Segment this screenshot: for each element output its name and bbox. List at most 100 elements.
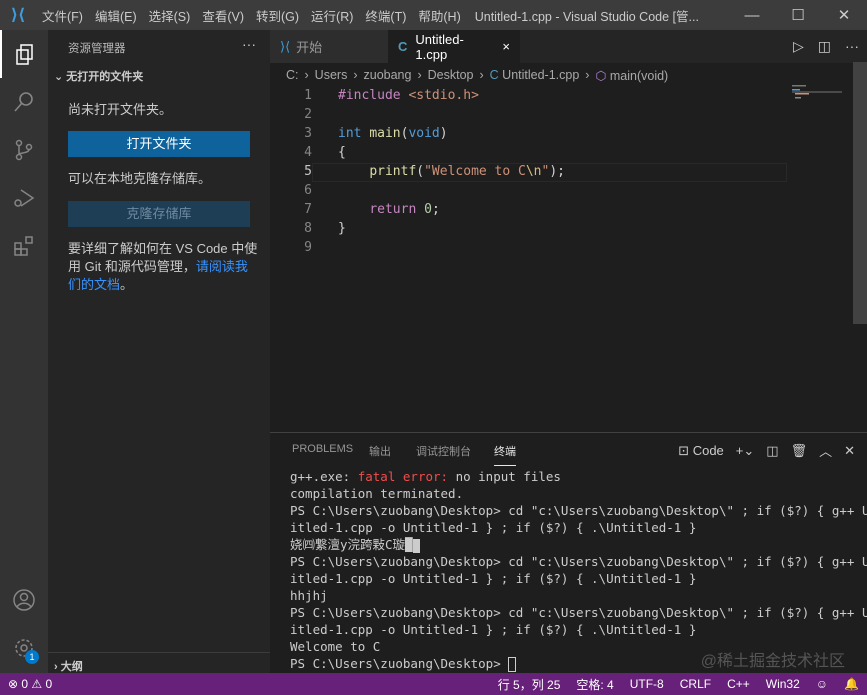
learn-text-end: 。 [120, 277, 134, 292]
term-prompt: PS C:\Users\zuobang\Desktop> [290, 656, 509, 671]
line-number: 8 [304, 221, 312, 236]
tab-terminal[interactable]: 终端 [494, 443, 516, 466]
crumb[interactable]: C Untitled-1.cpp [490, 68, 580, 83]
feedback-icon[interactable]: ☺ [808, 677, 836, 691]
no-folder-text: 尚未打开文件夹。 [68, 102, 173, 117]
line-number: 3 [304, 126, 312, 141]
line-number: 5 [304, 164, 312, 179]
terminal-select[interactable]: ⊡ Code [678, 443, 724, 459]
term-text: PS C:\Users\zuobang\Desktop> cd "c:\User… [290, 554, 867, 569]
term-text: g++.exe: [290, 469, 358, 484]
line-number: 2 [304, 107, 312, 122]
clone-repo-button[interactable]: 克隆存储库 [68, 201, 250, 227]
crumb-label: Untitled-1.cpp [502, 68, 580, 82]
cube-icon: ⬡ [595, 69, 610, 83]
line-number: 4 [304, 145, 312, 160]
term-text: PS C:\Users\zuobang\Desktop> cd "c:\User… [290, 605, 867, 620]
term-text: itled-1.cpp -o Untitled-1 } ; if ($?) { … [290, 622, 697, 637]
tab-untitled-1[interactable]: C Untitled-1.cpp × [388, 30, 520, 63]
settings-gear-icon[interactable] [0, 624, 48, 672]
crumb[interactable]: Users [315, 68, 348, 83]
term-text: itled-1.cpp -o Untitled-1 } ; if ($?) { … [290, 571, 697, 586]
more-icon[interactable]: ··· [845, 38, 859, 55]
tab-output[interactable]: 输出 [369, 443, 391, 459]
trash-icon[interactable]: 🗑 [791, 443, 808, 459]
split-terminal-icon[interactable]: ◫ [766, 443, 778, 459]
explorer-icon[interactable] [0, 30, 48, 78]
editor-scrollbar[interactable] [853, 62, 867, 324]
chevron-down-icon: ⌄ [54, 71, 67, 83]
tab-welcome[interactable]: ⟩⟨ 开始 [270, 30, 388, 63]
extensions-icon[interactable] [0, 222, 48, 270]
term-text: compilation terminated. [290, 486, 464, 501]
menu-file[interactable]: 文件(F) [36, 6, 89, 25]
term-text: itled-1.cpp -o Untitled-1 } ; if ($?) { … [290, 520, 697, 535]
menu-run[interactable]: 运行(R) [305, 6, 359, 25]
menu-help[interactable]: 帮助(H) [412, 6, 466, 25]
window-title: Untitled-1.cpp - Visual Studio Code [管..… [474, 9, 699, 24]
notifications-bell-icon[interactable]: 🔔 [836, 677, 867, 691]
terminal-name: Code [692, 442, 724, 458]
settings-badge: 1 [25, 650, 39, 664]
menu-terminal[interactable]: 终端(T) [359, 6, 412, 25]
tab-problems[interactable]: PROBLEMS [292, 443, 353, 455]
code-line: int main(void) [338, 126, 448, 141]
cpp-file-icon: C [398, 39, 408, 54]
section-no-folder[interactable]: ⌄ 无打开的文件夹 [54, 68, 143, 84]
menu-edit[interactable]: 编辑(E) [89, 6, 143, 25]
error-count: 0 [21, 677, 29, 691]
account-icon[interactable] [0, 576, 48, 624]
editor-tabs: ⟩⟨ 开始 C Untitled-1.cpp × ▷ ◫ ··· [270, 30, 867, 63]
terminal-icon: ⊡ [678, 442, 693, 458]
open-folder-button[interactable]: 打开文件夹 [68, 131, 250, 157]
run-icon[interactable]: ▷ [793, 38, 804, 55]
more-actions-icon[interactable]: ··· [242, 36, 256, 52]
language-mode[interactable]: C++ [719, 677, 758, 691]
title-bar: ⟩⟨ 文件(F) 编辑(E) 选择(S) 查看(V) 转到(G) 运行(R) 终… [0, 0, 867, 30]
crumb[interactable]: ⬡ main(void) [595, 68, 668, 83]
source-control-icon[interactable] [0, 126, 48, 174]
crumb-label: main(void) [609, 69, 669, 83]
platform[interactable]: Win32 [758, 677, 808, 691]
crumb[interactable]: Desktop [428, 68, 474, 83]
run-debug-icon[interactable] [0, 174, 48, 222]
search-icon[interactable] [0, 78, 48, 126]
encoding[interactable]: UTF-8 [622, 677, 672, 691]
sidebar-title: 资源管理器 [68, 43, 126, 55]
term-text: no input files [448, 469, 561, 484]
maximize-button[interactable]: ☐ [775, 6, 821, 24]
terminal-panel: PROBLEMS 输出 调试控制台 终端 ⊡ Code +⌄ ◫ 🗑 ︿ ✕ g… [270, 432, 867, 673]
cursor-position[interactable]: 行 5，列 25 [490, 676, 569, 693]
close-panel-icon[interactable]: ✕ [844, 443, 855, 459]
line-ending[interactable]: CRLF [672, 677, 719, 691]
split-editor-icon[interactable]: ◫ [818, 38, 831, 55]
tab-debug-console[interactable]: 调试控制台 [416, 443, 471, 459]
tab-label: 开始 [296, 40, 323, 55]
line-number: 9 [304, 240, 312, 255]
vscode-logo-icon: ⟩⟨ [10, 7, 26, 24]
close-tab-icon[interactable]: × [502, 39, 510, 54]
minimap[interactable] [792, 85, 842, 105]
term-text: Welcome to C [290, 639, 381, 654]
term-text: 娆㈣繋澶у浣跨敤C璇█ [290, 537, 413, 552]
code-line: return 0; [369, 202, 440, 217]
indentation[interactable]: 空格: 4 [568, 676, 621, 693]
maximize-panel-icon[interactable]: ︿ [819, 441, 832, 460]
term-error: fatal error: [357, 469, 449, 484]
terminal-output[interactable]: g++.exe: fatal error: no input files com… [290, 468, 867, 672]
line-number: 6 [304, 183, 312, 198]
outline-section[interactable]: › 大纲 [48, 652, 270, 673]
problems-status[interactable]: ⊗ 0 ⚠ 0 [0, 677, 60, 691]
warning-count: 0 [45, 677, 53, 691]
crumb[interactable]: zuobang [364, 68, 412, 83]
crumb[interactable]: C: [286, 68, 299, 83]
new-terminal-icon[interactable]: +⌄ [736, 443, 754, 459]
terminal-cursor [508, 657, 517, 672]
menu-go[interactable]: 转到(G) [250, 6, 305, 25]
close-window-button[interactable]: ✕ [821, 6, 867, 24]
code-line: } [338, 221, 346, 236]
menu-view[interactable]: 查看(V) [196, 6, 250, 25]
minimize-button[interactable]: — [729, 7, 775, 24]
code-line: { [338, 145, 346, 160]
menu-selection[interactable]: 选择(S) [143, 6, 197, 25]
